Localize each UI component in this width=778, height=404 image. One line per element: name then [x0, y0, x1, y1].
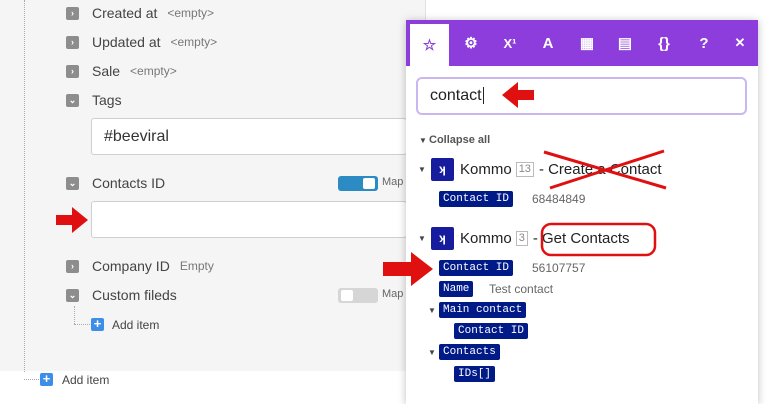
chevron-right-icon[interactable]: › [66, 35, 79, 49]
field-label: Company ID [92, 258, 170, 274]
empty-hint: <empty> [130, 64, 177, 78]
help-icon[interactable]: ? [693, 20, 715, 66]
caret-down-icon[interactable]: ▼ [428, 348, 436, 357]
chevron-right-icon[interactable]: › [66, 64, 79, 78]
strikethrough-annotation [543, 149, 667, 190]
text-icon[interactable]: A [528, 20, 568, 66]
mapping-form-panel: › Created at <empty> › Updated at <empty… [0, 0, 426, 372]
add-icon[interactable]: + [40, 372, 53, 386]
chevron-down-icon[interactable]: ⌄ [66, 93, 79, 107]
pill-value: Test contact [489, 282, 554, 296]
map-label: Map [382, 176, 404, 188]
field-created-at[interactable]: › Created at <empty> [66, 4, 214, 22]
chevron-down-icon[interactable]: ⌄ [66, 176, 79, 190]
search-input[interactable]: contact [416, 77, 747, 115]
tags-input[interactable]: #beeviral [91, 118, 407, 155]
chevron-right-icon[interactable]: › [66, 6, 79, 20]
chevron-right-icon[interactable]: › [66, 259, 79, 273]
mapping-popup: ☆ ⚙ X¹ A ▦ ▤ {} ? ✕ contact ▼ Collapse al… [406, 20, 758, 404]
field-sale[interactable]: › Sale <empty> [66, 62, 177, 80]
field-label: Custom fileds [92, 287, 177, 303]
module-number: 13 [515, 161, 534, 177]
mapping-pill[interactable]: Contacts [439, 344, 500, 360]
tree-line [24, 379, 39, 380]
field-label: Tags [92, 92, 122, 108]
table-icon[interactable]: ▤ [605, 20, 645, 66]
field-contacts-id[interactable]: ⌄ Contacts ID [66, 174, 165, 192]
caret-down-icon: ▼ [418, 233, 426, 243]
mapping-pill[interactable]: Contact ID [439, 260, 514, 276]
gear-icon[interactable]: ⚙ [451, 20, 491, 66]
mapping-pill[interactable]: Main contact [439, 302, 527, 318]
module-name: Kommo [460, 229, 512, 247]
map-toggle[interactable] [338, 288, 378, 303]
empty-hint: <empty> [170, 35, 218, 49]
field-label: Contacts ID [92, 175, 166, 191]
caret-down-icon[interactable]: ▼ [428, 306, 436, 315]
add-icon[interactable]: + [91, 317, 104, 331]
popup-toolbar: ☆ ⚙ X¹ A ▦ ▤ {} ? ✕ [406, 20, 758, 66]
contacts-id-input[interactable] [91, 201, 407, 238]
collapse-all-link[interactable]: ▼ Collapse all [419, 134, 490, 146]
caret-down-icon: ▼ [419, 136, 427, 145]
toggle-knob [341, 290, 353, 301]
mapping-pill[interactable]: Contact ID [454, 323, 529, 339]
field-label: Created at [92, 5, 158, 21]
map-label: Map [382, 288, 404, 300]
field-label: Updated at [92, 34, 161, 50]
annotation-arrow [383, 252, 433, 286]
chevron-down-icon[interactable]: ⌄ [66, 288, 79, 302]
kommo-icon: ʞ [431, 157, 454, 181]
pill-value: 68484849 [532, 192, 586, 206]
field-company-id[interactable]: › Company ID Empty [66, 257, 214, 275]
map-toggle[interactable] [338, 176, 378, 191]
toggle-knob [363, 178, 375, 189]
field-label: Sale [92, 63, 121, 79]
star-icon[interactable]: ☆ [410, 24, 449, 66]
module-number: 3 [515, 230, 528, 246]
module-name: Kommo [460, 160, 512, 178]
tree-line [74, 306, 75, 324]
calendar-icon[interactable]: ▦ [567, 20, 607, 66]
field-custom-fields[interactable]: ⌄ Custom fileds [66, 286, 177, 304]
annotation-arrow [502, 82, 534, 108]
field-updated-at[interactable]: › Updated at <empty> [66, 33, 217, 51]
field-tags[interactable]: ⌄ Tags [66, 91, 122, 109]
add-item-link[interactable]: Add item [62, 373, 109, 387]
highlight-circle-annotation [540, 222, 657, 257]
close-icon[interactable]: ✕ [728, 20, 752, 66]
add-item-link[interactable]: Add item [112, 318, 159, 332]
kommo-icon: ʞ [431, 226, 454, 250]
mapping-pill[interactable]: Contact ID [439, 191, 514, 207]
caret-down-icon: ▼ [418, 164, 426, 174]
braces-icon[interactable]: {} [644, 20, 684, 66]
empty-hint: Empty [179, 259, 214, 273]
mapping-pill[interactable]: Name [439, 281, 474, 297]
annotation-arrow [56, 207, 88, 233]
tree-line [74, 324, 90, 325]
mapping-pill[interactable]: IDs[] [454, 366, 496, 382]
tree-line [24, 0, 25, 372]
pill-value: 56107757 [532, 261, 586, 275]
superscript-icon[interactable]: X¹ [490, 20, 530, 66]
empty-hint: <empty> [167, 6, 215, 20]
